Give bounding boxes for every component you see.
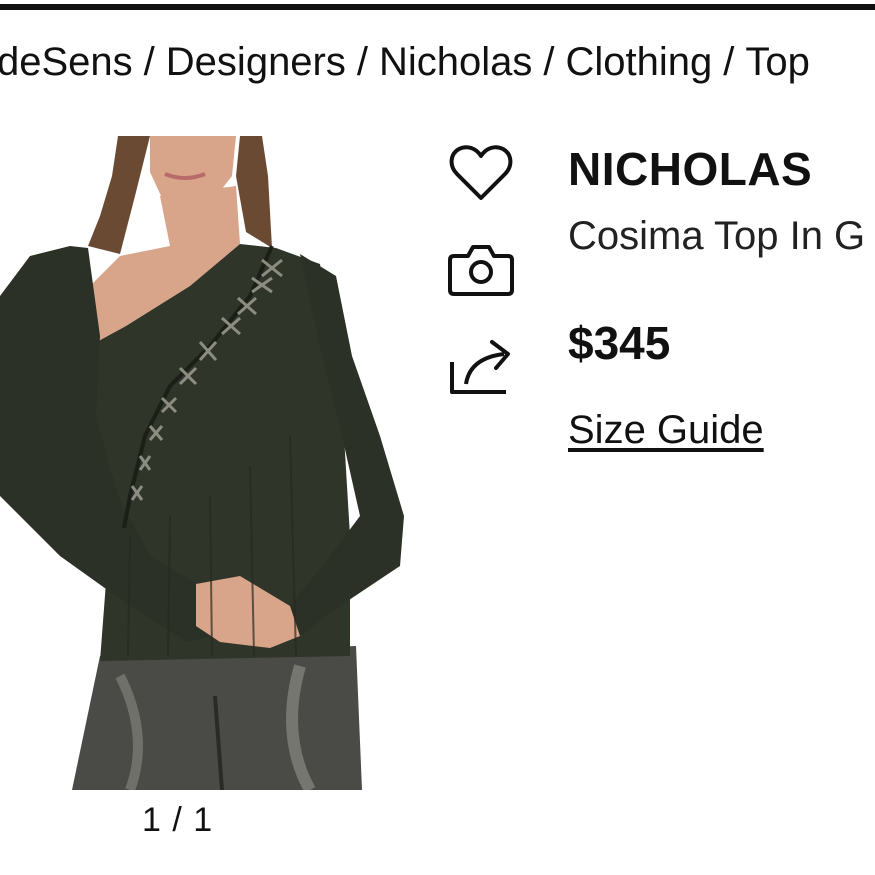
product-page: deSens / Designers / Nicholas / Clothing / Top <box>0 0 875 875</box>
breadcrumb-item-site[interactable]: deSens <box>0 40 133 84</box>
brand-name[interactable]: NICHOLAS <box>568 142 812 196</box>
breadcrumb-separator: / <box>143 40 155 84</box>
breadcrumb-separator: / <box>356 40 368 84</box>
camera-icon[interactable] <box>446 234 516 304</box>
breadcrumb-item-nicholas[interactable]: Nicholas <box>379 40 532 84</box>
breadcrumb-separator: / <box>543 40 555 84</box>
breadcrumb-item-designers[interactable]: Designers <box>166 40 346 84</box>
breadcrumb-item-tops[interactable]: Top <box>745 40 810 84</box>
product-price: $345 <box>568 317 671 369</box>
size-guide-link[interactable]: Size Guide <box>568 406 764 454</box>
heart-icon[interactable] <box>446 138 516 208</box>
product-photo-illustration <box>0 136 404 790</box>
product-image[interactable] <box>0 136 410 790</box>
breadcrumb-item-clothing[interactable]: Clothing <box>566 40 713 84</box>
top-divider <box>0 4 875 10</box>
breadcrumb: deSens / Designers / Nicholas / Clothing / Top <box>0 38 810 86</box>
share-icon[interactable] <box>446 334 516 404</box>
breadcrumb-separator: / <box>723 40 735 84</box>
image-counter: 1 / 1 <box>142 801 214 839</box>
product-title: Cosima Top In G <box>568 214 866 258</box>
